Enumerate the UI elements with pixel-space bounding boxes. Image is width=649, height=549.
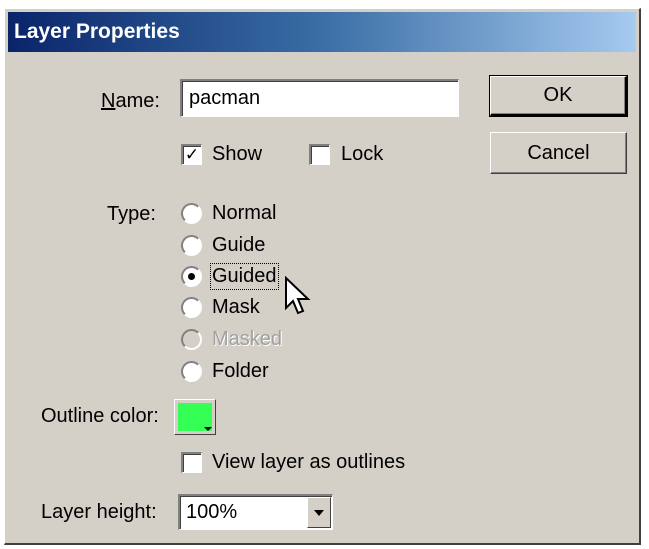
window-title: Layer Properties — [14, 20, 180, 43]
show-checkbox[interactable]: ✓ — [181, 144, 202, 165]
cancel-button[interactable]: Cancel — [490, 132, 627, 174]
outline-color-label: Outline color: — [41, 405, 159, 427]
lock-label: Lock — [341, 143, 384, 165]
ok-button-label: OK — [543, 84, 573, 106]
type-folder-label: Folder — [212, 360, 269, 382]
type-guide-label: Guide — [212, 234, 266, 256]
layer-height-dropdown-button[interactable] — [307, 497, 331, 528]
type-masked-radio — [181, 329, 202, 350]
name-label: Name: — [101, 90, 160, 112]
type-normal-radio[interactable] — [181, 203, 202, 224]
layer-height-label: Layer height: — [41, 501, 157, 523]
type-guide-radio[interactable] — [181, 235, 202, 256]
type-guided-label: Guided — [210, 263, 279, 290]
show-label: Show — [212, 143, 263, 165]
cancel-button-label: Cancel — [527, 141, 590, 164]
name-input-value: pacman — [189, 87, 261, 109]
arrow-cursor-icon — [284, 275, 312, 321]
ok-button[interactable]: OK — [489, 75, 628, 117]
type-folder-radio[interactable] — [181, 361, 202, 382]
type-mask-label: Mask — [212, 296, 260, 318]
outline-color-swatch[interactable] — [174, 399, 216, 435]
lock-checkbox[interactable] — [309, 144, 330, 165]
chevron-down-icon — [314, 509, 324, 516]
type-normal-label: Normal — [212, 202, 277, 224]
view-outlines-checkbox[interactable] — [181, 452, 202, 473]
type-label: Type: — [107, 203, 156, 225]
type-guided-radio[interactable] — [181, 266, 202, 287]
view-outlines-label: View layer as outlines — [212, 451, 406, 473]
layer-height-select[interactable]: 100% — [178, 494, 333, 530]
title-bar: Layer Properties — [8, 12, 636, 52]
type-mask-radio[interactable] — [181, 297, 202, 318]
type-masked-label: Masked — [212, 328, 283, 350]
swatch-dropdown-icon — [204, 427, 212, 431]
layer-height-value: 100% — [186, 501, 238, 523]
name-input[interactable]: pacman — [180, 79, 459, 117]
